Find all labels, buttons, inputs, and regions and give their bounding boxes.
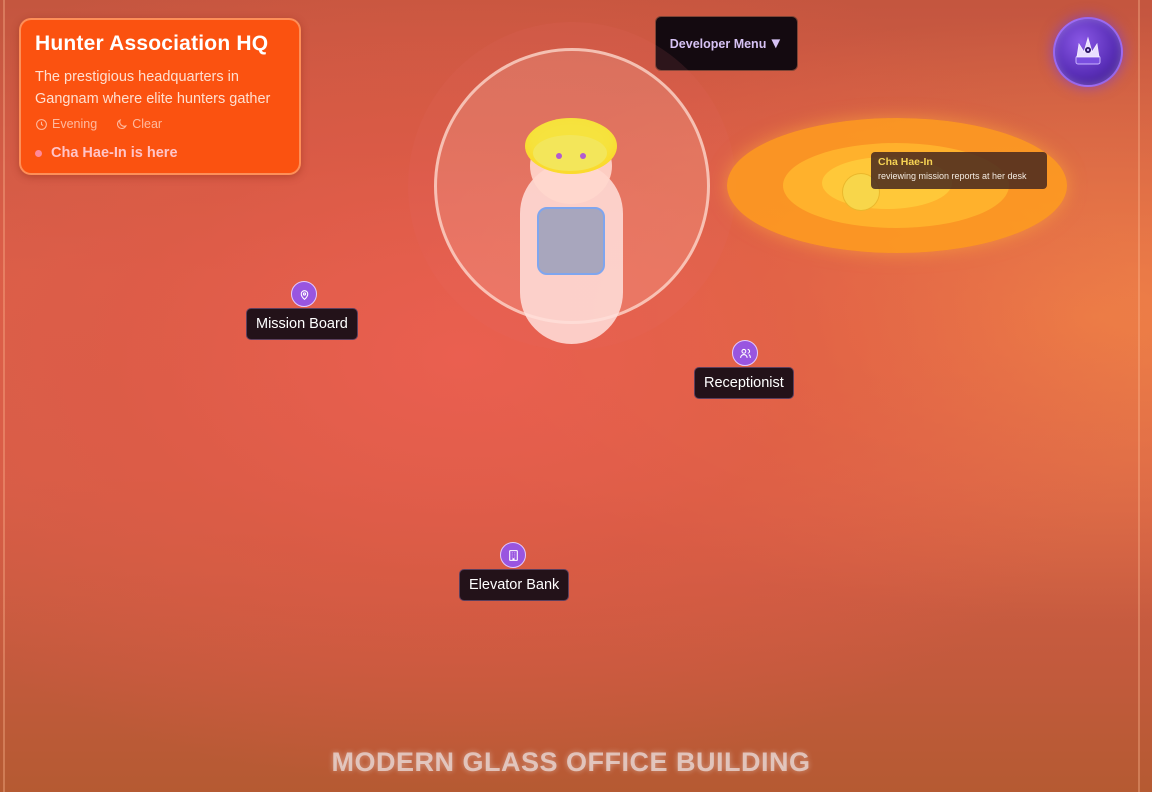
player-right-eye bbox=[580, 153, 586, 159]
presence-dot bbox=[35, 149, 42, 157]
time-of-day-label: Evening bbox=[52, 117, 98, 131]
crown-icon bbox=[1075, 36, 1101, 65]
player-hair-highlight bbox=[533, 135, 607, 171]
location-description: The prestigious headquarters in Gangnam … bbox=[35, 69, 271, 107]
presence-text: Cha Hae-In is here bbox=[51, 145, 178, 161]
developer-menu-label: Developer Menu bbox=[669, 36, 767, 51]
player-chest-panel bbox=[537, 207, 605, 275]
npc-name: Cha Hae-In bbox=[878, 156, 933, 168]
scene-title: MODERN GLASS OFFICE BUILDING bbox=[331, 747, 811, 777]
building-icon bbox=[508, 549, 518, 561]
location-meta: Evening Clear bbox=[35, 117, 285, 131]
clock-icon bbox=[36, 118, 47, 130]
receptionist-label[interactable]: Receptionist bbox=[694, 367, 794, 399]
player-left-eye bbox=[556, 153, 562, 159]
map-pin-icon bbox=[300, 289, 308, 300]
time-of-day: Evening bbox=[35, 117, 97, 131]
developer-menu-button[interactable]: Developer Menu ▼ bbox=[655, 16, 798, 71]
crown-menu-button[interactable] bbox=[1053, 17, 1123, 87]
mission-board-icon-button[interactable] bbox=[291, 281, 317, 307]
presence-indicator: Cha Hae-In is here bbox=[35, 145, 285, 161]
elevator-bank-label[interactable]: Elevator Bank bbox=[459, 569, 570, 601]
location-title: Hunter Association HQ bbox=[35, 32, 269, 55]
receptionist-icon-button[interactable] bbox=[732, 340, 758, 366]
elevator-bank-icon-button[interactable] bbox=[500, 542, 526, 568]
mission-board-label[interactable]: Mission Board bbox=[246, 308, 358, 340]
moon-icon bbox=[117, 118, 128, 129]
chevron-down-icon: ▼ bbox=[768, 35, 784, 52]
weather: Clear bbox=[115, 117, 162, 131]
users-icon bbox=[739, 348, 751, 358]
npc-tooltip: Cha Hae-In reviewing mission reports at … bbox=[871, 152, 1047, 189]
npc-activity: reviewing mission reports at her desk bbox=[878, 171, 1027, 181]
weather-label: Clear bbox=[132, 117, 163, 131]
location-info-card: Hunter Association HQ The prestigious he… bbox=[19, 18, 301, 175]
